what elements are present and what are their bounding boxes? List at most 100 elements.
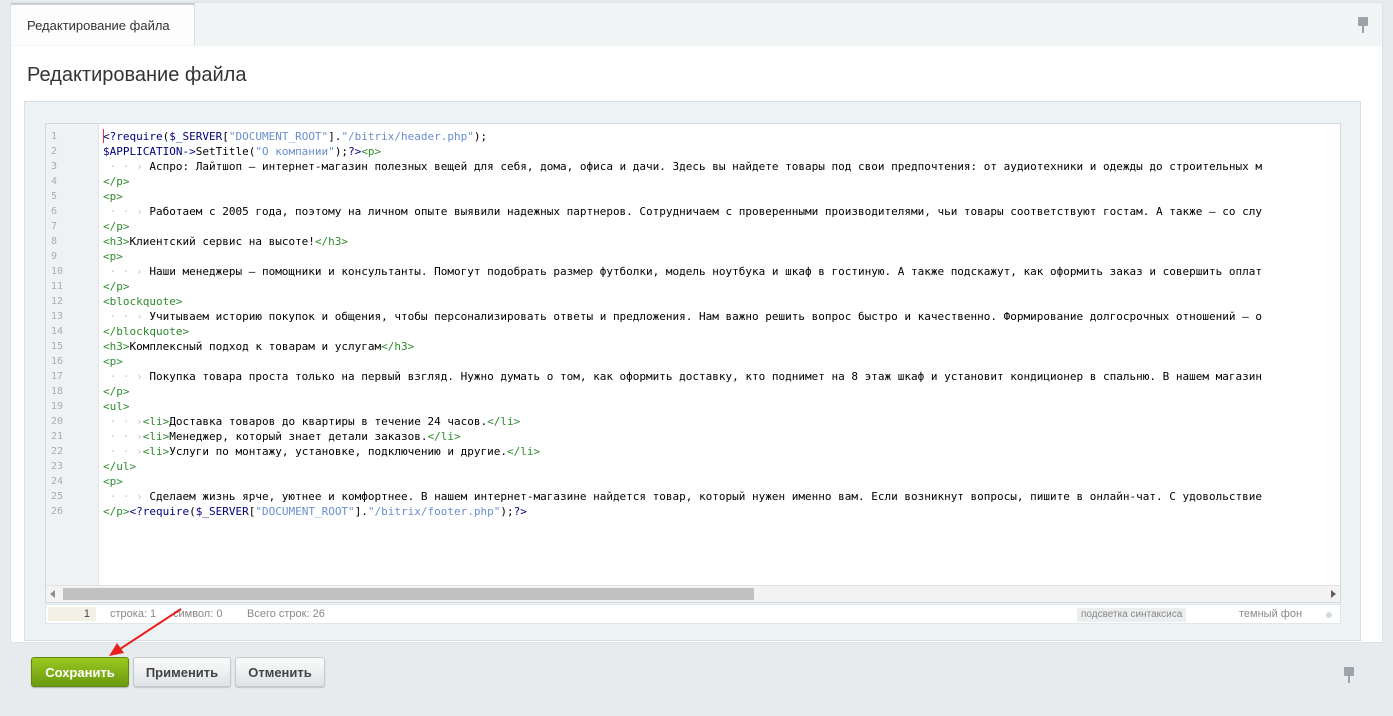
code-line[interactable]: </p> <box>103 174 130 189</box>
text-cursor <box>103 129 104 143</box>
code-editor[interactable]: 1 2 3 4 5 6 7 8 9 10 11 12 13 14 15 16 17 18 19 20 21 22 23 24 2… <box>45 123 1341 603</box>
annotation-arrow-icon <box>109 608 182 656</box>
code-token: · · › <box>103 205 150 218</box>
code-line[interactable]: </p> <box>103 384 130 399</box>
dark-background-toggle[interactable]: темный фон <box>1239 608 1302 621</box>
code-token: Покупка товара проста только на первый в… <box>149 370 1262 383</box>
code-token: Услуги по монтажу, установке, подключени… <box>169 445 508 458</box>
line-number: 20 <box>51 416 64 427</box>
code-line[interactable]: <blockquote> <box>103 294 182 309</box>
code-token: <p> <box>103 190 123 203</box>
code-token: <li> <box>142 445 170 458</box>
code-token: "DOCUMENT_ROOT" <box>228 130 329 143</box>
code-token: ]. <box>354 505 368 518</box>
code-line[interactable]: · · › Сделаем жизнь ярче, уютнее и комфо… <box>103 489 1262 504</box>
editor-frame: 1 2 3 4 5 6 7 8 9 10 11 12 13 14 15 16 17 18 19 20 21 22 23 24 2… <box>24 101 1361 641</box>
code-token: [ <box>222 130 229 143</box>
horizontal-scrollbar[interactable] <box>46 585 1340 602</box>
line-number: 11 <box>51 281 64 292</box>
line-number: 7 <box>51 221 58 232</box>
tab-bar: Редактирование файла <box>10 2 1383 46</box>
code-line[interactable]: <?require($_SERVER["DOCUMENT_ROOT"]."/bi… <box>103 129 487 144</box>
line-number: 13 <box>51 311 64 322</box>
code-line[interactable]: · · › Наши менеджеры — помощники и консу… <box>103 264 1262 279</box>
code-line[interactable]: · · ›<li>Доставка товаров до квартиры в … <box>103 414 521 429</box>
line-number-gutter: 1 2 3 4 5 6 7 8 9 10 11 12 13 14 15 16 17 18 19 20 21 22 23 24 2… <box>46 124 99 585</box>
line-number: 14 <box>51 326 64 337</box>
code-token: <?require <box>129 505 190 518</box>
code-token: <p> <box>103 250 123 263</box>
line-number: 19 <box>51 401 64 412</box>
line-number: 18 <box>51 386 64 397</box>
code-token: <p> <box>361 145 382 158</box>
code-token: <h3> <box>103 235 130 248</box>
line-number: 16 <box>51 356 64 367</box>
code-token: </li> <box>427 430 461 443</box>
syntax-highlight-toggle[interactable]: подсветка синтаксиса <box>1077 608 1187 622</box>
pin-icon[interactable] <box>1356 17 1370 33</box>
line-number: 22 <box>51 446 64 457</box>
code-line[interactable]: <ul> <box>103 399 130 414</box>
code-line[interactable]: · · › Учитываем историю покупок и общени… <box>103 309 1262 324</box>
code-token: </p> <box>103 505 130 518</box>
code-line[interactable]: · · › Аспро: Лайтшоп — интернет-магазин … <box>103 159 1262 174</box>
line-number: 21 <box>51 431 64 442</box>
code-line[interactable]: · · ›<li>Услуги по монтажу, установке, п… <box>103 444 541 459</box>
code-line[interactable]: <p> <box>103 474 123 489</box>
code-token: <ul> <box>103 400 130 413</box>
line-number: 8 <box>51 236 58 247</box>
code-token: Наши менеджеры — помощники и консультант… <box>149 265 1262 278</box>
line-number: 25 <box>51 491 64 502</box>
scroll-left-arrow-icon[interactable] <box>50 590 55 598</box>
page-title: Редактирование файла <box>27 64 247 86</box>
code-token: · · › <box>103 430 143 443</box>
goto-line-field[interactable]: 1 <box>48 607 96 621</box>
code-token: "О компании" <box>255 145 335 158</box>
code-token: Сделаем жизнь ярче, уютнее и комфортнее.… <box>149 490 1262 503</box>
code-token: </p> <box>103 280 130 293</box>
code-token: ?> <box>348 145 362 158</box>
code-token: </h3> <box>381 340 415 353</box>
code-line[interactable]: <p> <box>103 249 123 264</box>
code-token: $APPLICATION-> <box>103 145 196 158</box>
code-token: SetTitle( <box>195 145 256 158</box>
code-token: · · › <box>103 490 150 503</box>
code-area[interactable]: <?require($_SERVER["DOCUMENT_ROOT"]."/bi… <box>103 124 1340 585</box>
code-line[interactable]: · · › Покупка товара проста только на пе… <box>103 369 1262 384</box>
code-line[interactable]: </p> <box>103 279 130 294</box>
total-lines: Всего строк: 26 <box>247 608 325 620</box>
code-line[interactable]: <h3>Комплексный подход к товарам и услуг… <box>103 339 414 354</box>
code-line[interactable]: </blockquote> <box>103 324 189 339</box>
code-line[interactable]: <h3>Клиентский сервис на высоте!</h3> <box>103 234 348 249</box>
code-line[interactable]: <p> <box>103 354 123 369</box>
code-token: ]. <box>328 130 342 143</box>
code-line[interactable]: </p><?require($_SERVER["DOCUMENT_ROOT"].… <box>103 504 527 519</box>
code-token: "/bitrix/footer.php" <box>367 505 501 518</box>
code-line[interactable]: </ul> <box>103 459 136 474</box>
scrollbar-thumb[interactable] <box>63 588 754 600</box>
code-line[interactable]: $APPLICATION->SetTitle("О компании");?><… <box>103 144 381 159</box>
cancel-button[interactable]: Отменить <box>235 657 325 687</box>
editor-status-bar: 1 строка: 1 символ: 0 Всего строк: 26 по… <box>45 604 1341 624</box>
code-token: </blockquote> <box>103 325 190 338</box>
code-token: ); <box>500 505 514 518</box>
code-token: · · › <box>103 445 143 458</box>
code-token: "/bitrix/header.php" <box>341 130 474 143</box>
code-line[interactable]: · · › Работаем с 2005 года, поэтому на л… <box>103 204 1262 219</box>
code-token: </h3> <box>314 235 349 248</box>
code-token: <p> <box>103 355 123 368</box>
code-token: · · › <box>103 310 150 323</box>
code-line[interactable]: · · ›<li>Менеджер, который знает детали … <box>103 429 461 444</box>
tab-edit-file[interactable]: Редактирование файла <box>11 3 195 45</box>
code-line[interactable]: <p> <box>103 189 123 204</box>
code-token: $_SERVER <box>169 130 223 143</box>
code-token: </li> <box>507 445 541 458</box>
scroll-right-arrow-icon[interactable] <box>1331 590 1336 598</box>
pin-icon-bottom[interactable] <box>1342 667 1356 683</box>
code-token: Клиентский сервис на высоте! <box>129 235 315 248</box>
line-number: 24 <box>51 476 64 487</box>
code-token: </ul> <box>103 460 137 473</box>
code-line[interactable]: </p> <box>103 219 130 234</box>
code-token: · · › <box>103 160 150 173</box>
line-number: 2 <box>51 146 58 157</box>
